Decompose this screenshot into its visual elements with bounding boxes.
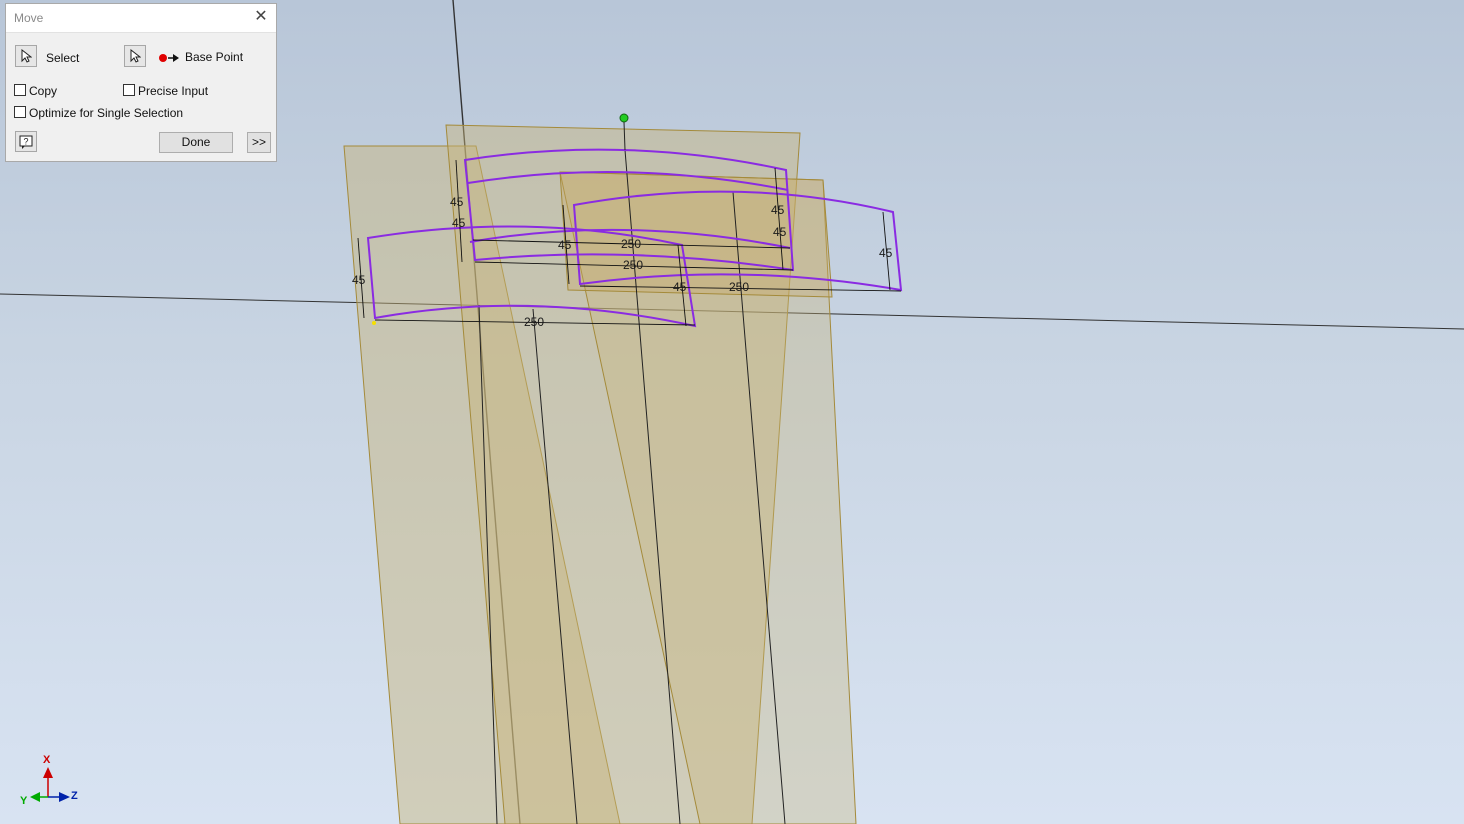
dim-45-c[interactable]: 45 [352, 273, 366, 287]
help-icon: ? [19, 135, 33, 149]
y-axis-arrow-icon [30, 792, 40, 802]
yellow-point-marker[interactable] [372, 321, 376, 325]
dim-45-h[interactable]: 45 [673, 280, 687, 294]
more-options-button[interactable]: >> [247, 132, 271, 153]
dim-250-b[interactable]: 250 [623, 258, 643, 272]
done-button[interactable]: Done [159, 132, 233, 153]
select-button[interactable] [15, 45, 37, 67]
precise-input-checkbox[interactable] [123, 84, 135, 96]
dim-250-c[interactable]: 250 [729, 280, 749, 294]
base-point-icon [159, 54, 179, 62]
base-point-select-button[interactable] [124, 45, 146, 67]
dim-45-d[interactable]: 45 [558, 238, 572, 252]
dim-45-a[interactable]: 45 [450, 195, 464, 209]
optimize-checkbox[interactable] [14, 106, 26, 118]
dim-45-e[interactable]: 45 [771, 203, 785, 217]
svg-text:?: ? [24, 136, 29, 146]
base-point-label: Base Point [185, 50, 244, 64]
view-triad[interactable] [30, 767, 70, 802]
select-label: Select [46, 51, 80, 65]
help-button[interactable]: ? [15, 131, 37, 152]
ground-point-marker[interactable] [619, 113, 629, 123]
z-axis-arrow-icon [59, 792, 70, 802]
dim-250-d[interactable]: 250 [524, 315, 544, 329]
dim-45-g[interactable]: 45 [879, 246, 893, 260]
dialog-titlebar[interactable]: Move ✕ [6, 4, 276, 33]
x-axis-arrow-icon [43, 767, 53, 778]
copy-label[interactable]: Copy [29, 84, 57, 98]
close-icon[interactable]: ✕ [252, 8, 270, 26]
cursor-arrow-icon [130, 49, 141, 63]
triad-z-label: Z [71, 790, 78, 802]
dim-45-f[interactable]: 45 [773, 225, 787, 239]
dim-45-b[interactable]: 45 [452, 216, 466, 230]
cursor-arrow-icon [21, 49, 32, 63]
copy-checkbox[interactable] [14, 84, 26, 96]
triad-x-label: X [43, 754, 51, 766]
optimize-label[interactable]: Optimize for Single Selection [29, 106, 183, 120]
precise-input-label[interactable]: Precise Input [138, 84, 208, 98]
dialog-title: Move [14, 11, 44, 25]
move-dialog: Move ✕ Select Base Point Copy Precise In… [5, 3, 277, 162]
triad-y-label: Y [20, 795, 28, 807]
dim-250-a[interactable]: 250 [621, 237, 641, 251]
